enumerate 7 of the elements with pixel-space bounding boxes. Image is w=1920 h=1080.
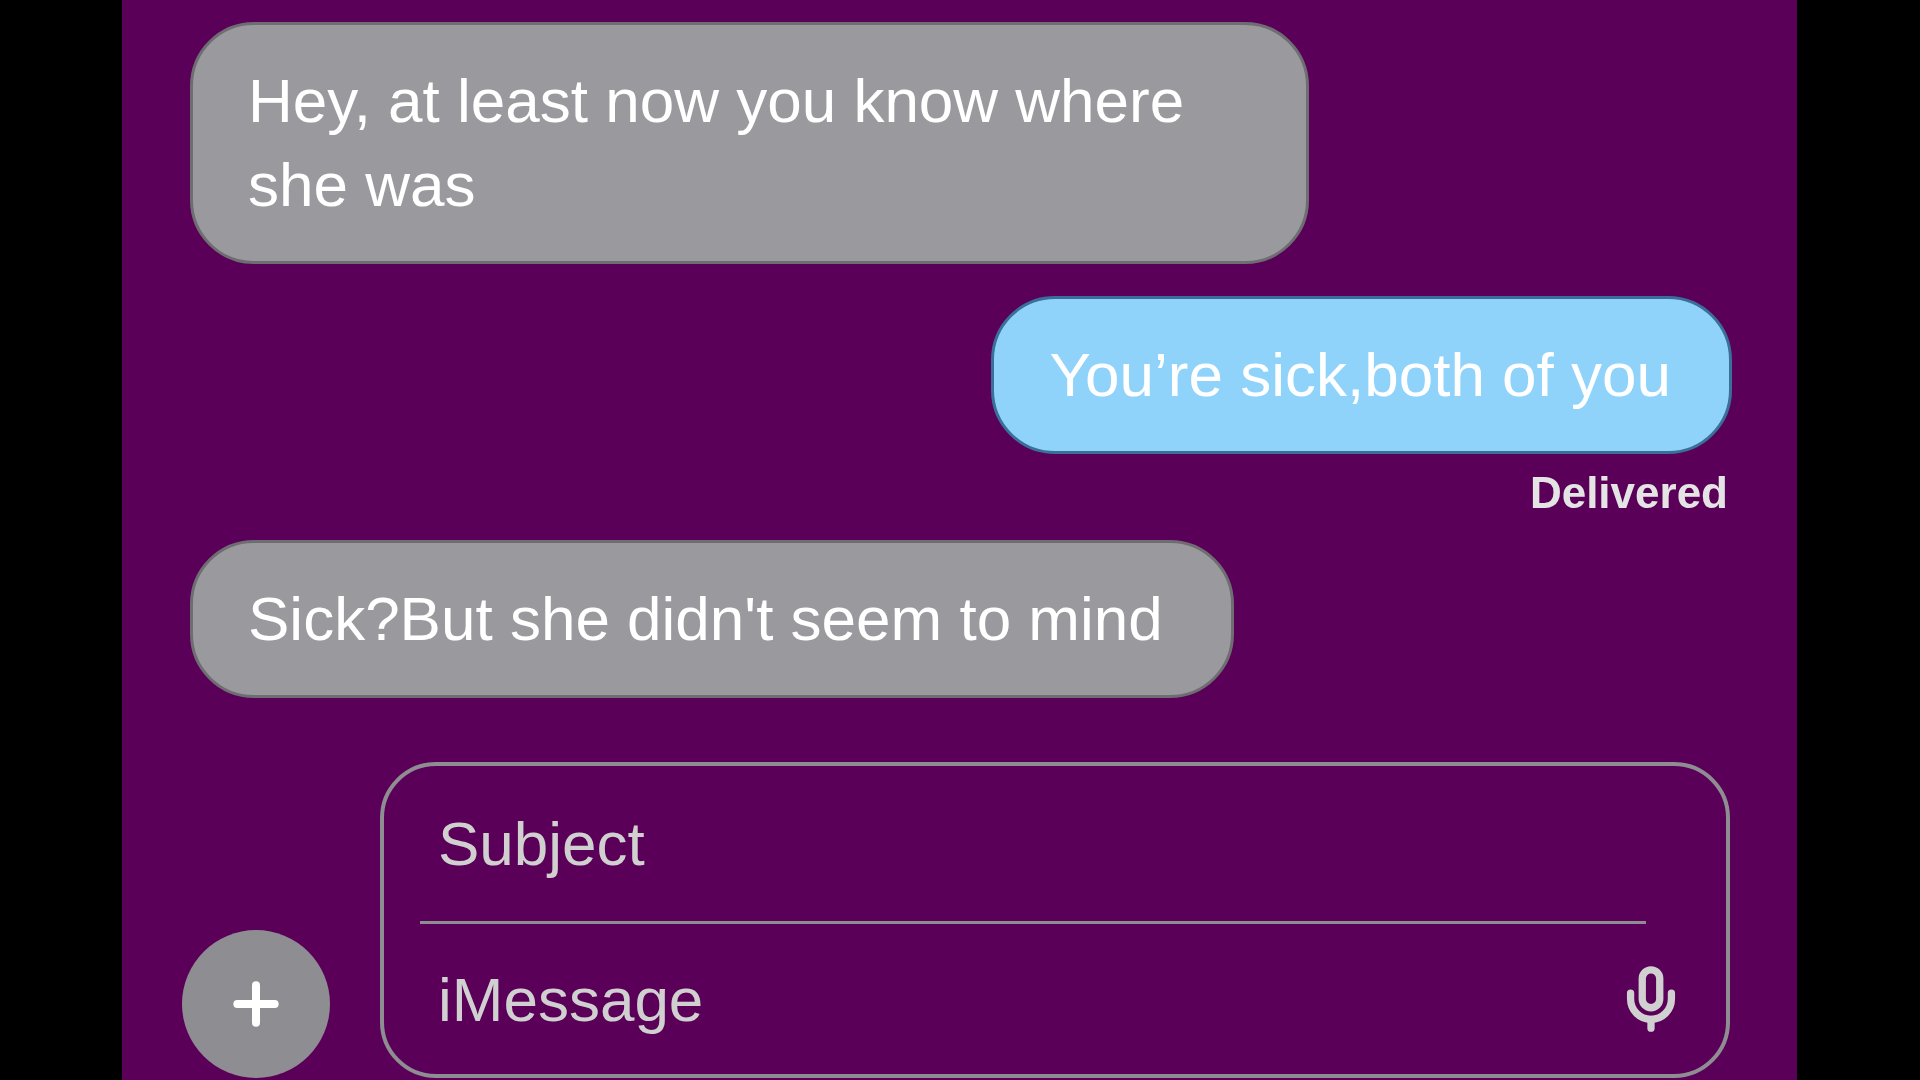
subject-field[interactable]: Subject [420,766,1686,921]
received-message-bubble: Hey, at least now you know where she was [190,22,1309,264]
sent-message-bubble: You’re sick,both of you [991,296,1732,454]
compose-field[interactable]: Subject iMessage [380,762,1730,1078]
received-message-bubble: Sick?But she didn't seem to mind [190,540,1234,698]
message-field[interactable]: iMessage [420,924,1616,1074]
delivery-status: Delivered [1529,468,1728,518]
